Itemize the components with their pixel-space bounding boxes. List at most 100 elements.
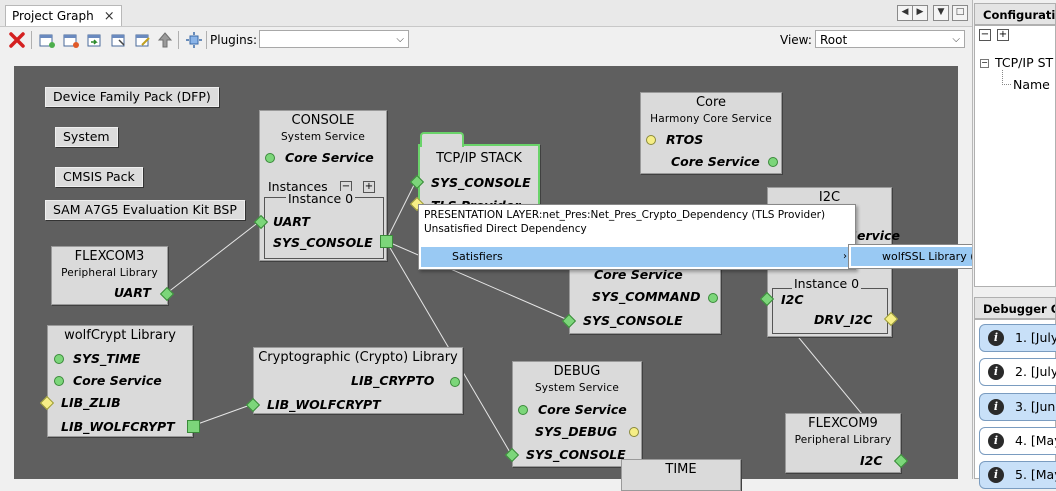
port-indicator[interactable]: [54, 376, 64, 386]
command-node[interactable]: Core Service SYS_COMMAND SYS_CONSOLE: [569, 262, 721, 334]
flexcom3-node[interactable]: FLEXCOM3 Peripheral Library UART: [51, 246, 168, 305]
add-component-icon[interactable]: [38, 31, 56, 49]
connector-lib-wolfcrypt[interactable]: [187, 420, 200, 433]
scroll-left-icon[interactable]: ◀: [897, 5, 913, 21]
debug-node[interactable]: DEBUG System Service Core Service SYS_DE…: [512, 361, 642, 467]
bsp-pill[interactable]: SAM A7G5 Evaluation Kit BSP: [45, 200, 245, 220]
node-title: TIME: [665, 462, 697, 477]
port-indicator[interactable]: [54, 354, 64, 364]
port-i2c: I2C: [860, 453, 883, 468]
tree-connector: [1002, 70, 1011, 85]
dfp-pill[interactable]: Device Family Pack (DFP): [45, 87, 219, 107]
add-instance-icon[interactable]: +: [363, 181, 375, 193]
import-icon[interactable]: [86, 31, 104, 49]
debugger-item-label: 3. [June: [1015, 399, 1056, 414]
port-indicator[interactable]: [265, 153, 275, 163]
remove-component-icon[interactable]: [62, 31, 80, 49]
popup-dependency-title: PRESENTATION LAYER:net_Pres:Net_Pres_Cry…: [424, 209, 826, 221]
export-icon[interactable]: [110, 31, 128, 49]
tab-project-graph[interactable]: Project Graph ×: [5, 5, 122, 26]
debugger-item-label: 4. [May: [1015, 433, 1056, 448]
cmsis-pack-pill[interactable]: CMSIS Pack: [55, 167, 143, 187]
node-title: wolfCrypt Library: [64, 328, 176, 343]
port-indicator[interactable]: [518, 405, 528, 415]
time-node[interactable]: TIME: [621, 459, 741, 491]
port-indicator[interactable]: [768, 157, 778, 167]
debugger-item[interactable]: i 2. [July: [979, 358, 1056, 386]
node-subtitle: System Service: [534, 382, 620, 394]
chevron-down-icon: ⌵: [396, 34, 404, 45]
instance0-label: Instance 0: [792, 276, 862, 291]
folder-tab: [420, 132, 464, 147]
satisfiers-label: Satisfiers: [452, 250, 503, 263]
tree-collapse-icon[interactable]: −: [980, 59, 989, 68]
fit-view-icon[interactable]: [185, 31, 203, 49]
debugger-item[interactable]: i 3. [June: [979, 393, 1056, 421]
node-title: Core: [695, 95, 727, 110]
edit-icon[interactable]: [134, 31, 152, 49]
node-title: Cryptographic (Crypto) Library: [258, 350, 458, 365]
port-sys-console: SYS_CONSOLE: [526, 447, 626, 462]
tab-strip: [0, 0, 972, 27]
port-sys-command: SYS_COMMAND: [592, 289, 701, 304]
toolbar-separator: [31, 31, 32, 49]
connector-sys-console[interactable]: [380, 235, 393, 248]
plugins-dropdown[interactable]: ⌵: [259, 30, 409, 48]
debugger-item-label: 5. [May: [1015, 467, 1056, 482]
port-sys-console: SYS_CONSOLE: [583, 313, 683, 328]
console-node[interactable]: CONSOLE System Service Core Service Inst…: [259, 110, 387, 261]
delete-icon[interactable]: [8, 31, 26, 49]
tab-close-icon[interactable]: ×: [104, 7, 115, 26]
port-i2c: I2C: [781, 292, 804, 307]
tab-list-icon[interactable]: ▼: [933, 5, 949, 21]
info-icon: i: [988, 433, 1004, 449]
crypto-node[interactable]: Cryptographic (Crypto) Library LIB_CRYPT…: [253, 347, 463, 414]
expand-all-icon[interactable]: +: [997, 29, 1009, 41]
node-title: DEBUG: [553, 364, 601, 379]
port-lib-wolfcrypt: LIB_WOLFCRYPT: [267, 397, 381, 412]
tcpip-stack-node[interactable]: TCP/IP STACK SYS_CONSOLE TLS Provider: [418, 144, 540, 213]
tree-root-label[interactable]: TCP/IP ST: [995, 55, 1053, 70]
wolfcrypt-node[interactable]: wolfCrypt Library SYS_TIME Core Service …: [47, 325, 193, 437]
debugger-item[interactable]: i 5. [May: [979, 461, 1056, 489]
configuration-pane-header: Configuration: [974, 3, 1056, 25]
instance0-label: Instance 0: [286, 191, 356, 206]
popup-dependency-status: Unsatisfied Direct Dependency: [424, 223, 587, 235]
port-rtos: RTOS: [666, 132, 704, 147]
flexcom9-node[interactable]: FLEXCOM9 Peripheral Library I2C: [785, 413, 901, 473]
view-label: View:: [780, 33, 812, 47]
port-indicator[interactable]: [450, 377, 460, 387]
port-lib-wolfcrypt: LIB_WOLFCRYPT: [61, 419, 175, 434]
scroll-right-icon[interactable]: ▶: [912, 5, 928, 21]
debugger-item[interactable]: i 1. [July: [979, 324, 1056, 352]
tree-child-label[interactable]: Name: [1013, 77, 1050, 92]
collapse-all-icon[interactable]: −: [979, 29, 991, 41]
node-subtitle: Peripheral Library: [794, 434, 892, 446]
port-lib-zlib: LIB_ZLIB: [61, 395, 121, 410]
view-dropdown[interactable]: Root ⌵: [815, 30, 965, 48]
node-title: TCP/IP STACK: [436, 151, 522, 166]
node-title: CONSOLE: [291, 113, 355, 128]
debugger-item-label: 2. [July: [1015, 364, 1056, 379]
maximize-icon[interactable]: □: [952, 5, 968, 21]
node-title: FLEXCOM9: [808, 416, 878, 431]
info-icon: i: [988, 399, 1004, 415]
info-icon: i: [988, 364, 1004, 380]
port-indicator[interactable]: [629, 427, 639, 437]
up-arrow-icon[interactable]: [156, 31, 174, 49]
port-sys-time: SYS_TIME: [73, 351, 141, 366]
port-indicator[interactable]: [708, 293, 718, 303]
chevron-down-icon: ⌵: [952, 34, 960, 45]
debugger-item-label: 1. [July: [1015, 330, 1056, 345]
satisfiers-menu-item[interactable]: Satisfiers ›: [421, 247, 853, 267]
toolbar-separator: [206, 31, 207, 49]
system-pill[interactable]: System: [55, 127, 118, 147]
debugger-item[interactable]: i 4. [May: [979, 427, 1056, 455]
port-indicator[interactable]: [646, 135, 656, 145]
port-sys-console: SYS_CONSOLE: [273, 235, 373, 250]
port-core-service: Core Service: [538, 402, 627, 417]
port-sys-console: SYS_CONSOLE: [431, 175, 531, 190]
core-node[interactable]: Core Harmony Core Service RTOS Core Serv…: [640, 92, 782, 174]
node-title: I2C: [818, 190, 841, 205]
port-core-service: Core Service: [285, 150, 374, 165]
